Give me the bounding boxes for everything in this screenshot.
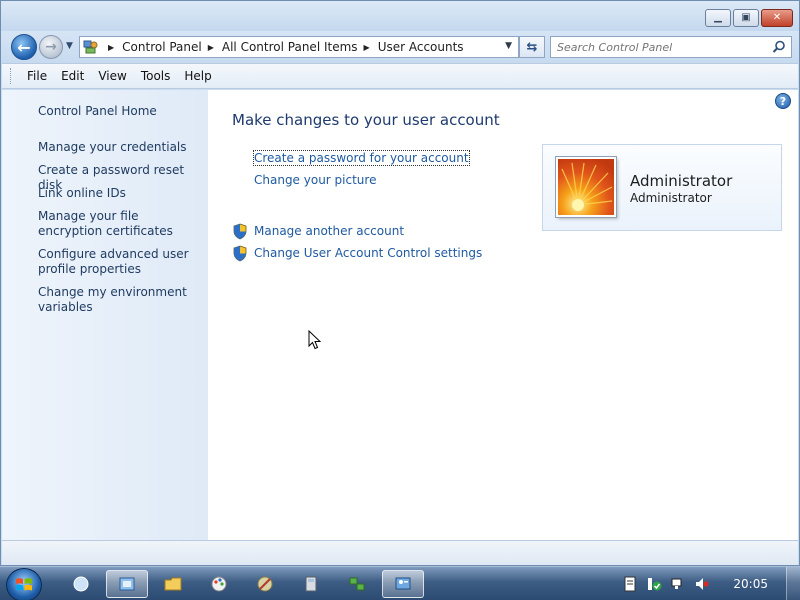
help-icon[interactable]: ? [775,93,791,109]
breadcrumb-separator-icon[interactable]: ▶ [208,43,214,52]
uac-shield-icon [233,245,247,262]
taskbar-network[interactable] [336,570,378,598]
content-area: Control Panel Home Manage your credentia… [2,90,798,540]
calculator-icon [305,576,317,592]
create-password-link[interactable]: Create a password for your account [253,150,470,166]
show-desktop-button[interactable] [786,567,800,600]
maximize-icon: ▣ [741,12,751,23]
sidebar-file-encryption-certificates[interactable]: Manage your file encryption certificates [38,209,198,239]
status-bar [2,540,798,565]
address-dropdown-icon[interactable]: ▼ [505,41,512,51]
taskbar: 20:05 [0,566,800,600]
taskbar-paint[interactable] [198,570,240,598]
uac-settings-link[interactable]: Change User Account Control settings [254,246,482,260]
document-icon[interactable] [622,576,638,592]
sidebar-advanced-profile-properties[interactable]: Configure advanced user profile properti… [38,247,198,277]
avatar [556,157,616,217]
refresh-icon: ⇆ [526,39,538,55]
page-title: Make changes to your user account [232,111,500,129]
palette-icon [211,576,227,592]
volume-muted-icon[interactable] [694,576,710,592]
breadcrumb-separator-icon[interactable]: ▶ [364,43,370,52]
user-role: Administrator [630,191,712,205]
caption-buttons: ▁ ▣ ✕ [705,9,793,27]
user-accounts-icon [395,577,411,590]
taskbar-user-accounts[interactable] [382,570,424,598]
search-input[interactable] [551,37,761,57]
menu-tools[interactable]: Tools [141,69,171,83]
breadcrumb-user-accounts[interactable]: User Accounts [378,40,464,54]
windows-logo-icon [16,578,32,591]
taskbar-explorer[interactable] [152,570,194,598]
menu-edit[interactable]: Edit [61,69,84,83]
mouse-cursor-icon [308,330,322,350]
title-bar[interactable]: ▁ ▣ ✕ [1,1,799,31]
forward-button[interactable]: → [39,35,63,59]
taskbar-control-panel[interactable] [106,570,148,598]
user-account-tile: Administrator Administrator [542,144,782,231]
refresh-button[interactable]: ⇆ [519,36,545,58]
sidebar-environment-variables[interactable]: Change my environment variables [38,285,198,315]
user-name: Administrator [630,172,733,190]
start-button[interactable] [6,568,42,600]
browser-icon [73,576,89,592]
sidebar-manage-credentials[interactable]: Manage your credentials [38,140,198,155]
network-status-icon[interactable] [670,576,686,592]
breadcrumb-all-items[interactable]: All Control Panel Items [222,40,358,54]
folder-icon [164,577,182,591]
minimize-icon: ▁ [714,12,722,23]
sidebar-control-panel-home[interactable]: Control Panel Home [38,104,198,119]
maximize-button[interactable]: ▣ [733,9,759,27]
breadcrumb-control-panel[interactable]: Control Panel [122,40,202,54]
action-center-icon[interactable] [646,576,662,592]
sidebar-link-online-ids[interactable]: Link online IDs [38,186,198,201]
search-icon[interactable] [772,40,786,57]
user-accounts-window: ▁ ▣ ✕ ← → ▼ ▶ Control Panel ▶ All Contro… [0,0,800,566]
breadcrumb-separator-icon[interactable]: ▶ [108,43,114,52]
manage-another-account-link[interactable]: Manage another account [254,224,404,238]
taskbar-paint-net[interactable] [244,570,286,598]
control-panel-icon [80,37,102,57]
address-bar[interactable]: ▶ Control Panel ▶ All Control Panel Item… [79,36,519,58]
system-clock[interactable]: 20:05 [733,577,768,591]
close-button[interactable]: ✕ [761,9,793,27]
control-panel-icon [119,577,135,591]
system-tray: 20:05 [614,567,800,600]
search-box [550,36,792,58]
change-picture-link[interactable]: Change your picture [254,173,376,187]
menu-view[interactable]: View [98,69,126,83]
taskbar-calculator[interactable] [290,570,332,598]
paint-icon [257,576,273,592]
uac-shield-icon [233,223,247,240]
forward-arrow-icon: → [45,39,57,55]
flower-picture-icon [561,162,613,211]
task-sidebar: Control Panel Home Manage your credentia… [2,90,208,540]
recent-pages-dropdown-icon[interactable]: ▼ [66,41,73,51]
network-icon [349,577,365,591]
minimize-button[interactable]: ▁ [705,9,731,27]
back-button[interactable]: ← [11,34,37,60]
taskbar-ie[interactable] [60,570,102,598]
navigation-bar: ← → ▼ ▶ Control Panel ▶ All Control Pane… [1,31,799,63]
menu-help[interactable]: Help [184,69,211,83]
menu-grip [10,68,13,84]
menu-file[interactable]: File [27,69,47,83]
back-arrow-icon: ← [17,37,31,57]
menu-bar: File Edit View Tools Help [2,63,798,89]
close-icon: ✕ [772,12,782,23]
